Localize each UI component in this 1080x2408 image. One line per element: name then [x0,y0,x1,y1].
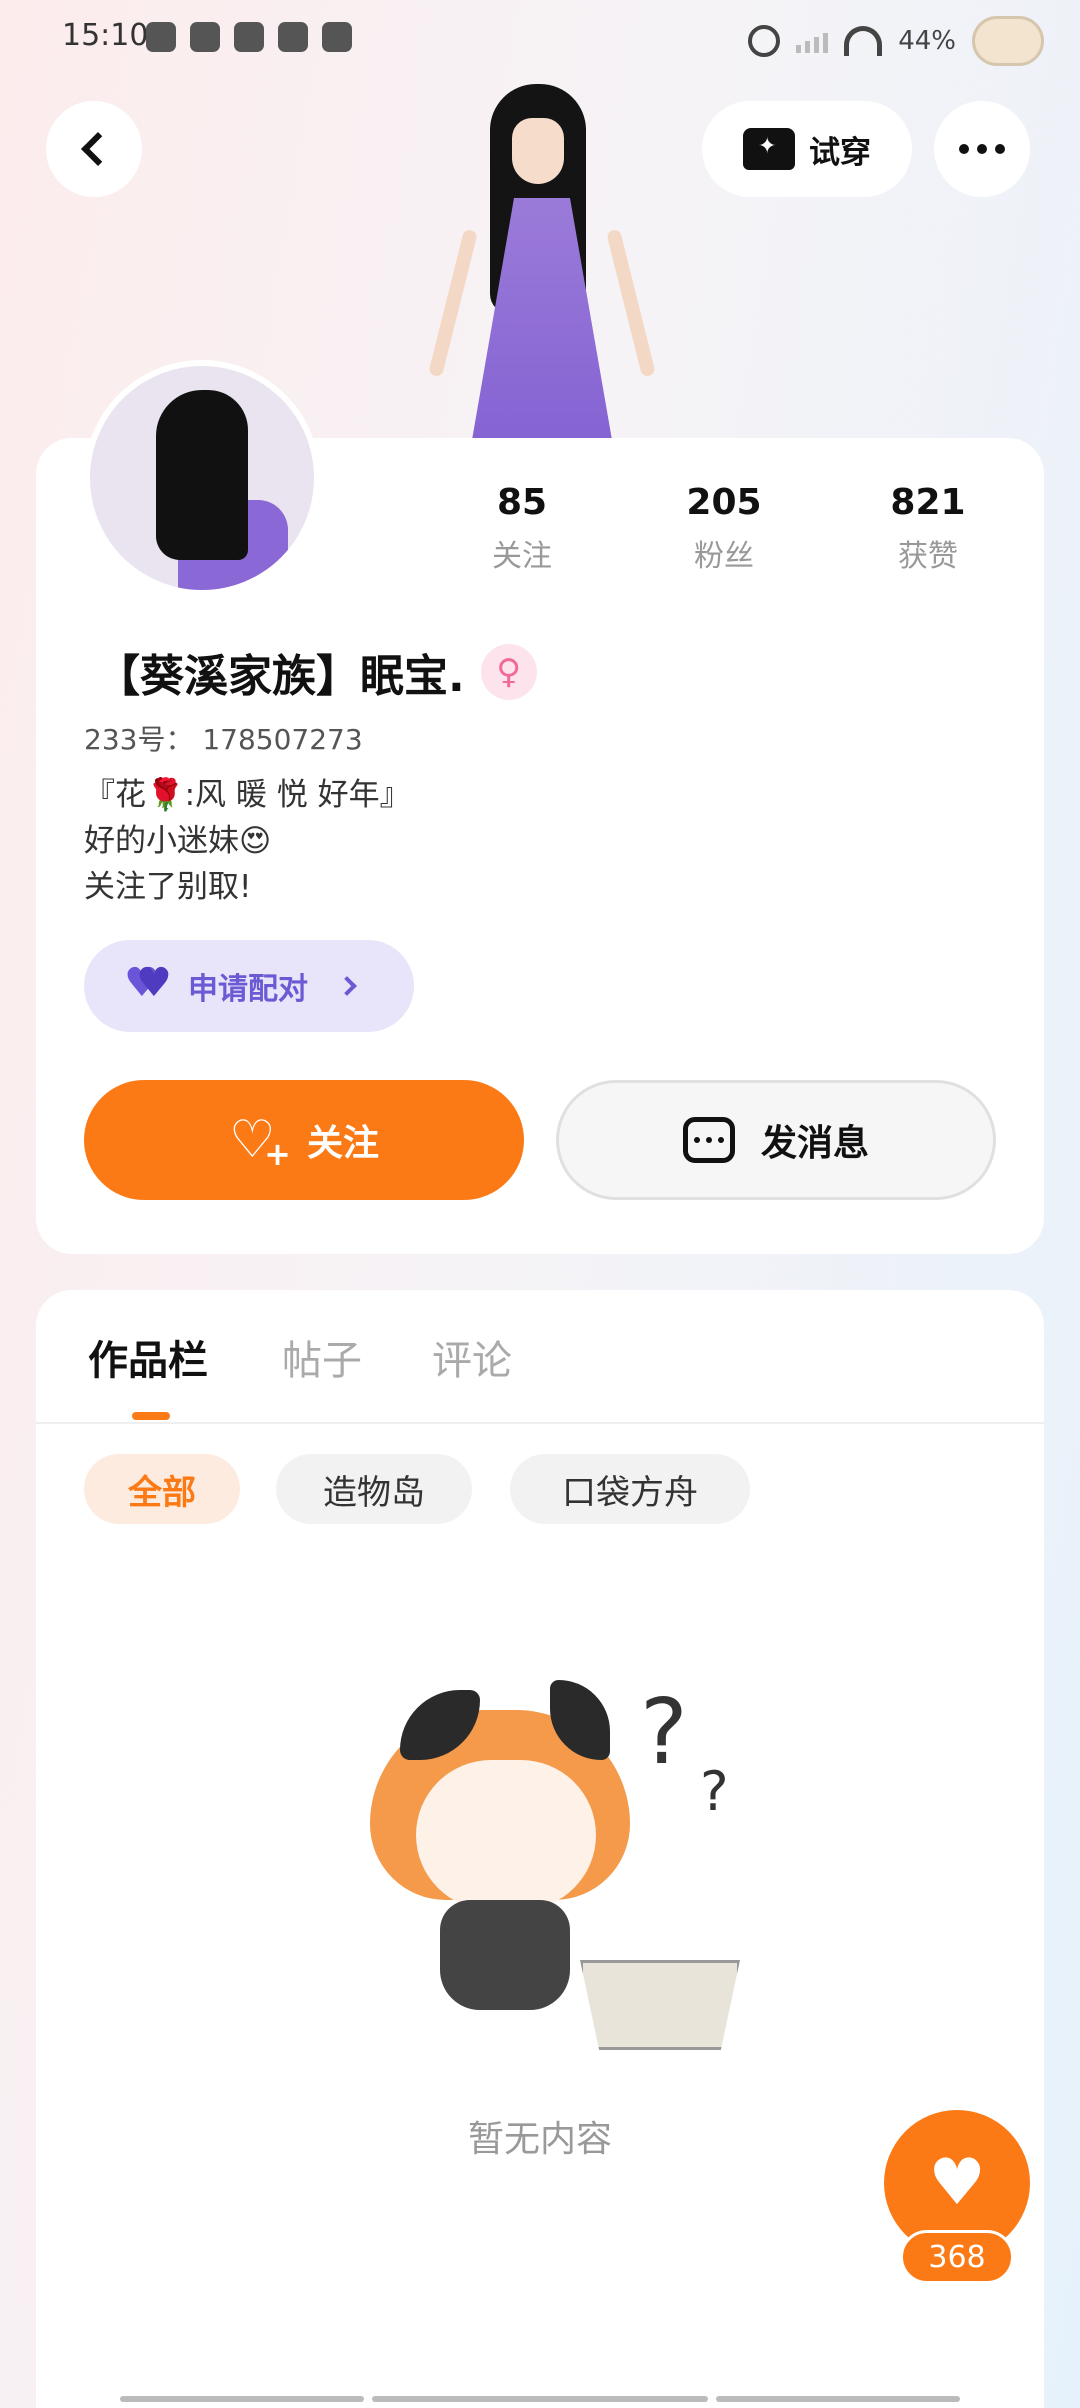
nickname-row: 【葵溪家族】眠宝. ♀ [96,640,537,704]
active-tab-indicator [132,1412,170,1420]
stat-label: 获赞 [898,539,958,574]
empty-box-icon [580,1960,740,2050]
more-dot-icon [959,144,969,154]
app-notification-icon [146,22,176,52]
character-arm [428,228,478,378]
send-message-button[interactable]: 发消息 [556,1080,996,1200]
tab-posts[interactable]: 帖子 [282,1328,362,1386]
wifi-icon [844,26,883,56]
tab-works[interactable]: 作品栏 [88,1328,208,1386]
signal-icon [796,29,829,53]
stat-label: 关注 [492,539,552,574]
scroll-indicator [372,2396,708,2402]
shirt-icon [743,128,795,170]
heart-plus-icon: ♡ [229,1114,291,1177]
tab-comments[interactable]: 评论 [432,1328,512,1386]
filter-creation-island[interactable]: 造物岛 [276,1454,472,1524]
female-gender-icon: ♀ [480,644,537,700]
scroll-indicator [716,2396,960,2402]
apply-pair-label: 申请配对 [188,972,308,1007]
app-notification-icon [190,22,220,52]
character-arm [606,228,656,378]
stat-label: 粉丝 [694,539,754,574]
status-bar: 15:10 44% [0,0,1080,80]
bio-line: 『花🌹:风 暖 悦 好年』 [84,777,411,813]
character-face [512,118,564,184]
follow-label: 关注 [306,1123,379,1164]
status-time: 15:10 [62,18,149,53]
stat-value: 205 [686,482,762,523]
scroll-indicator [120,2396,364,2402]
empty-state-illustration: ? ? [360,1660,760,2060]
character-3d-model[interactable] [428,78,656,440]
heart-icon: ♥ [928,2146,986,2220]
bio-line: 关注了别取! [84,869,252,905]
status-right: 44% [748,16,1044,66]
notification-icons [146,22,352,52]
try-on-label: 试穿 [809,134,871,171]
like-count: 368 [900,2230,1014,2284]
alarm-icon [748,25,781,57]
more-options-button[interactable] [934,101,1030,197]
nickname: 【葵溪家族】眠宝. [96,651,465,702]
mascot-face [416,1760,596,1910]
try-on-button[interactable]: 试穿 [702,101,912,197]
stat-likes[interactable]: 821 获赞 [848,482,1008,575]
battery-level: 44% [898,26,956,56]
back-button[interactable] [46,101,142,197]
chevron-left-icon [81,132,115,166]
stat-value: 85 [496,482,548,523]
avatar[interactable] [84,360,320,596]
stat-fans[interactable]: 205 粉丝 [644,482,804,575]
filter-all[interactable]: 全部 [84,1454,240,1524]
app-notification-icon [322,22,352,52]
user-id: 233号： 178507273 [84,723,363,756]
more-dot-icon [995,144,1005,154]
double-heart-icon [124,960,172,1006]
follow-button[interactable]: ♡ 关注 [84,1080,524,1200]
avatar-hair [156,390,248,560]
question-mark-icon: ? [700,1760,729,1823]
app-notification-icon [278,22,308,52]
bio: 『花🌹:风 暖 悦 好年』 好的小迷妹😍 关注了别取! [84,772,411,910]
stat-following[interactable]: 85 关注 [442,482,602,575]
apply-pair-button[interactable]: 申请配对 [84,940,414,1032]
send-message-label: 发消息 [760,1123,869,1164]
chat-bubble-icon [682,1117,735,1163]
filter-pocket-ark[interactable]: 口袋方舟 [510,1454,750,1524]
chevron-right-icon [337,976,357,996]
tab-divider [36,1422,1044,1424]
app-notification-icon [234,22,264,52]
mascot-body [440,1900,570,2010]
stat-value: 821 [890,482,966,523]
bio-line: 好的小迷妹😍 [84,823,272,859]
more-dot-icon [977,144,987,154]
battery-sticker-icon [972,16,1044,66]
question-mark-icon: ? [640,1680,688,1785]
